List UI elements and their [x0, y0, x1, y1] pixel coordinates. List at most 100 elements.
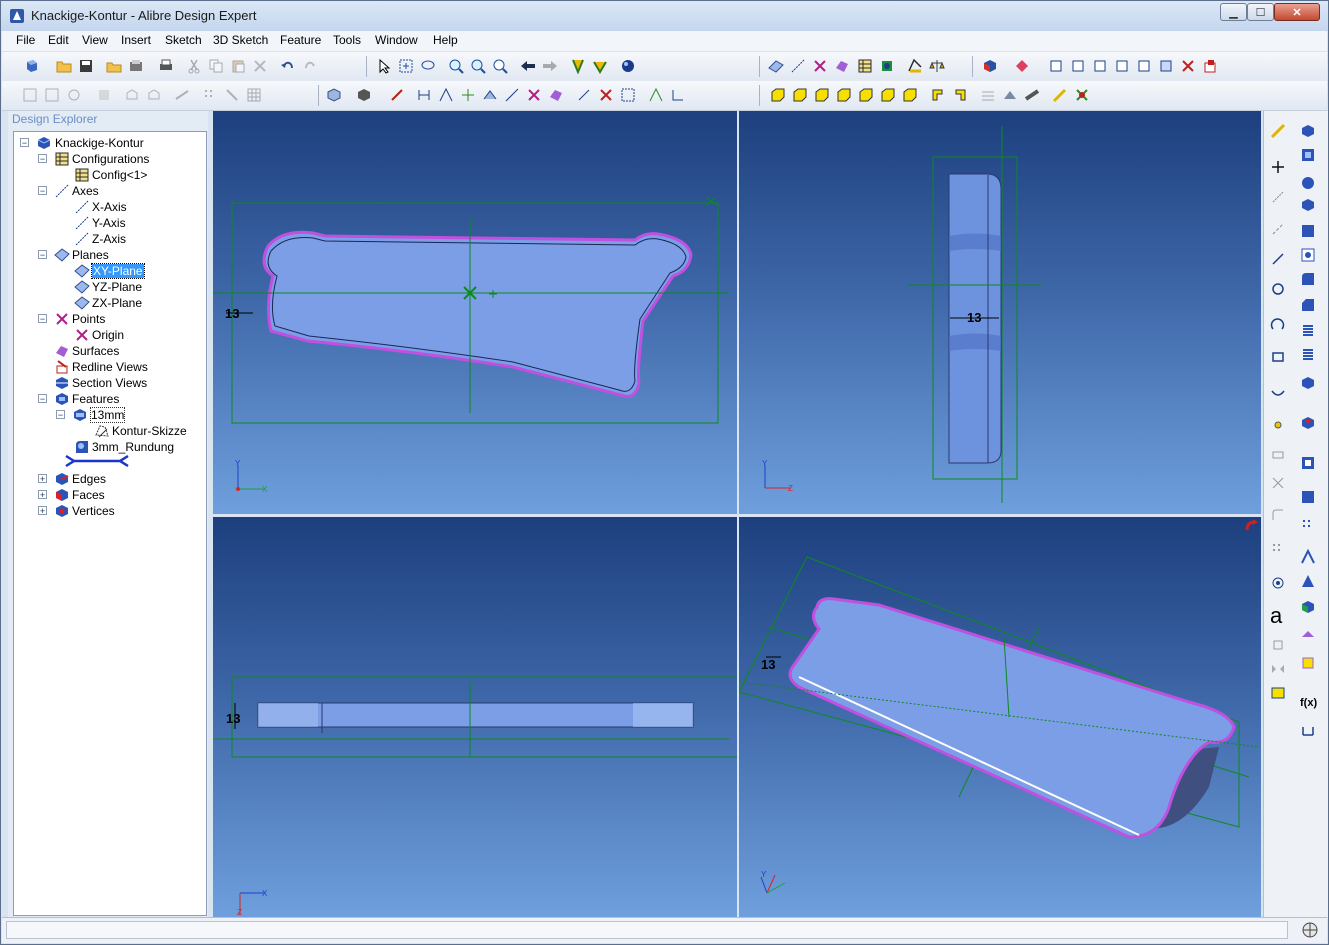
sweep-feature-icon[interactable]: [1300, 175, 1316, 191]
tree-node-faces[interactable]: + Faces: [38, 487, 178, 503]
next-view-icon[interactable]: [542, 58, 558, 74]
front-view-canvas[interactable]: 13 Y X: [213, 111, 737, 514]
collapse-toggle[interactable]: −: [38, 394, 47, 404]
sketch-tool-8-icon[interactable]: [598, 87, 614, 103]
collapse-toggle[interactable]: −: [38, 154, 47, 164]
mirror-feature-icon[interactable]: [1300, 489, 1316, 505]
previous-view-icon[interactable]: [520, 58, 536, 74]
sweep-icon[interactable]: [174, 87, 190, 103]
loft-feature-icon[interactable]: [1300, 197, 1316, 213]
tree-node-origin[interactable]: Origin: [74, 327, 194, 343]
tree-node-xy-plane[interactable]: XY-Plane: [74, 263, 194, 279]
sheet-metal-icon[interactable]: [1300, 627, 1316, 643]
revolve-feature-icon[interactable]: [1300, 147, 1316, 163]
zoom-fit-icon[interactable]: [492, 58, 508, 74]
grid-icon[interactable]: [246, 87, 262, 103]
std-view-1-icon[interactable]: [770, 87, 786, 103]
package-icon[interactable]: [128, 58, 144, 74]
cut-feature-icon[interactable]: [1300, 223, 1316, 239]
sketch-tool-10-icon[interactable]: [648, 87, 664, 103]
sketch-plane-icon[interactable]: [768, 58, 784, 74]
analysis-icon[interactable]: [1074, 87, 1090, 103]
menu-3d-sketch[interactable]: 3D Sketch: [213, 33, 268, 47]
rotate-right-icon[interactable]: [952, 87, 968, 103]
construction-line-icon[interactable]: [1270, 189, 1286, 205]
iso-view-canvas[interactable]: 13 Y: [739, 517, 1261, 917]
circular-pattern-icon[interactable]: [1300, 549, 1316, 565]
constraint-tool-icon[interactable]: [389, 87, 405, 103]
dimension-sketch-icon[interactable]: [1270, 637, 1286, 653]
pencil-icon[interactable]: [1052, 87, 1068, 103]
sketch-tool-11-icon[interactable]: [670, 87, 686, 103]
box-select-icon[interactable]: [398, 58, 414, 74]
distance-icon[interactable]: [1300, 723, 1316, 739]
mirror-icon[interactable]: [1270, 661, 1286, 677]
sketch-tool-6-icon[interactable]: [548, 87, 564, 103]
tree-node-z-axis[interactable]: Z-Axis: [74, 231, 194, 247]
rectangle-icon[interactable]: [1270, 349, 1286, 365]
shell-feature-icon[interactable]: [1300, 375, 1316, 391]
part-properties-icon[interactable]: [22, 87, 38, 103]
std-view-7-icon[interactable]: [902, 87, 918, 103]
plus-icon[interactable]: [1270, 159, 1286, 175]
image-icon[interactable]: [1270, 685, 1286, 701]
trim-icon[interactable]: [1270, 475, 1286, 491]
tree-node-zx-plane[interactable]: ZX-Plane: [74, 295, 194, 311]
regenerate-icon[interactable]: [570, 58, 586, 74]
status-globe-icon[interactable]: [1302, 922, 1318, 938]
render-icon[interactable]: [620, 58, 636, 74]
mass-properties-icon[interactable]: [929, 58, 945, 74]
text-tool-icon[interactable]: a: [1270, 603, 1282, 629]
tree-node-features[interactable]: − Features: [38, 391, 178, 407]
cut-icon[interactable]: [186, 58, 202, 74]
tree-node-kontur-skizze[interactable]: Kontur-Skizze: [94, 423, 204, 439]
dimension-label[interactable]: 13: [761, 657, 775, 672]
view-right-icon[interactable]: [1114, 58, 1130, 74]
design-table-icon[interactable]: [857, 58, 873, 74]
tree-node-x-axis[interactable]: X-Axis: [74, 199, 194, 215]
lighting-icon[interactable]: [1024, 87, 1040, 103]
design-tree[interactable]: − Knackige-Kontur − Configurations Confi…: [13, 131, 207, 916]
display-mode-icon[interactable]: [1014, 58, 1030, 74]
collapse-toggle[interactable]: −: [38, 250, 47, 260]
draft-feature-icon[interactable]: [1300, 415, 1316, 431]
sketch-point-icon[interactable]: [1270, 417, 1286, 433]
equation-tool-icon[interactable]: f(x): [1300, 697, 1317, 709]
rotate-left-icon[interactable]: [930, 87, 946, 103]
view-orientation-icon[interactable]: [982, 58, 998, 74]
pattern-icon[interactable]: [202, 87, 218, 103]
view-normal-icon[interactable]: [1202, 58, 1218, 74]
menu-view[interactable]: View: [82, 33, 108, 47]
measure-icon[interactable]: [907, 58, 923, 74]
sketch-tool-5-icon[interactable]: [526, 87, 542, 103]
menu-window[interactable]: Window: [375, 33, 418, 47]
spline-icon[interactable]: [1270, 385, 1286, 401]
material-icon[interactable]: [879, 58, 895, 74]
stamp-icon[interactable]: [1300, 655, 1316, 671]
menu-sketch[interactable]: Sketch: [165, 33, 202, 47]
tree-node-yz-plane[interactable]: YZ-Plane: [74, 279, 194, 295]
sketch-tool-7-icon[interactable]: [576, 87, 592, 103]
viewport-top[interactable]: 13 X Z: [213, 517, 737, 917]
sketch-tool-2-icon[interactable]: [460, 87, 476, 103]
suppress-icon[interactable]: [96, 87, 112, 103]
std-view-3-icon[interactable]: [814, 87, 830, 103]
revolve-boss-icon[interactable]: [146, 87, 162, 103]
print-icon[interactable]: [158, 58, 174, 74]
tree-node-3mm-rundung[interactable]: 3mm_Rundung: [74, 439, 204, 455]
coil-feature-icon[interactable]: [1300, 347, 1316, 363]
open-folder-icon[interactable]: [56, 58, 72, 74]
zoom-in-icon[interactable]: [448, 58, 464, 74]
thread-feature-icon[interactable]: [1300, 323, 1316, 339]
extrude-boss-icon[interactable]: [124, 87, 140, 103]
camera-icon[interactable]: [1002, 87, 1018, 103]
tree-node-planes[interactable]: − Planes: [38, 247, 158, 263]
std-view-2-icon[interactable]: [792, 87, 808, 103]
close-button[interactable]: ✕: [1274, 3, 1320, 21]
maximize-button[interactable]: ☐: [1247, 3, 1274, 21]
view-bottom-icon[interactable]: [1158, 58, 1174, 74]
color-cube-icon[interactable]: [1300, 599, 1316, 615]
dimension-label[interactable]: 13: [967, 310, 981, 325]
sketch-pattern-icon[interactable]: [1270, 541, 1286, 557]
cube-view-icon[interactable]: [326, 87, 342, 103]
